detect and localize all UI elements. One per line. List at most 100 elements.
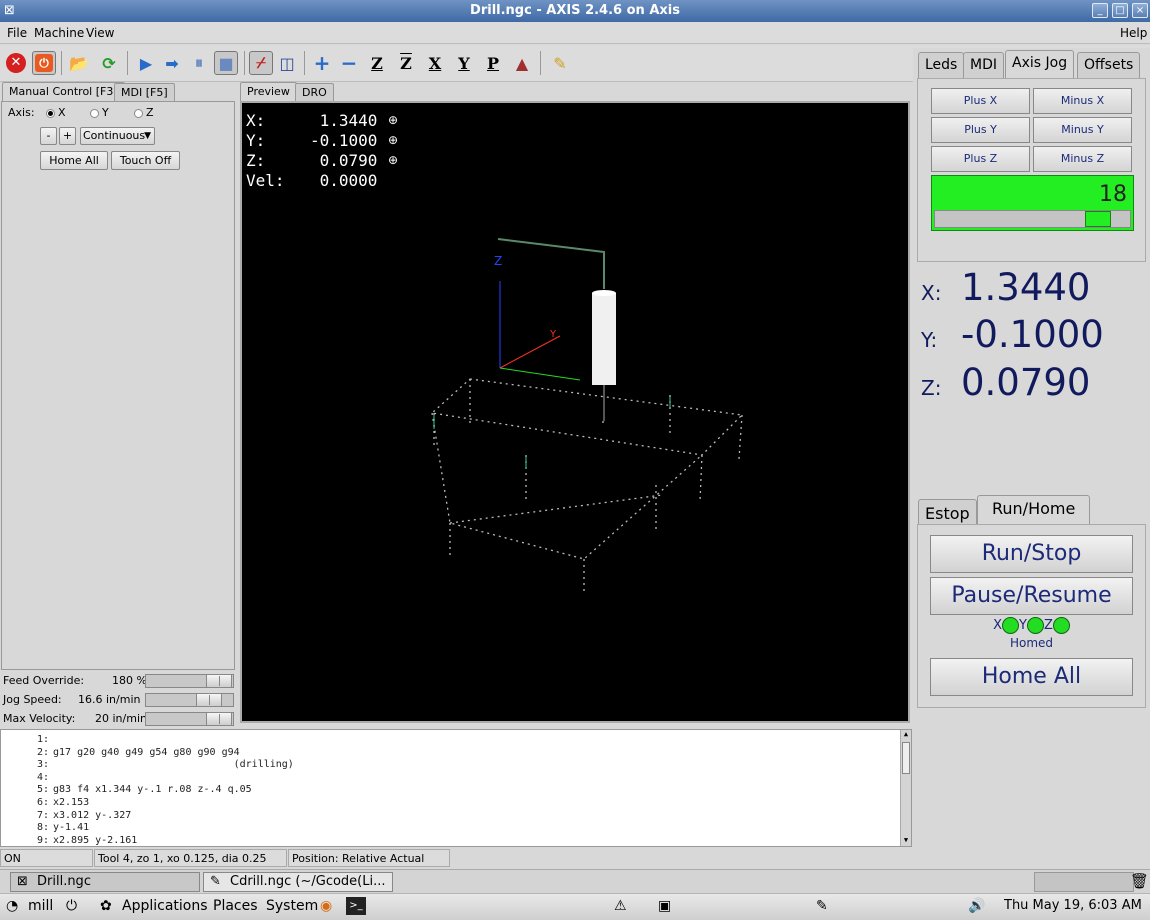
max-velocity-slider[interactable] xyxy=(145,712,234,726)
power-icon[interactable]: ⏻ xyxy=(32,51,56,75)
zoom-out-icon[interactable]: − xyxy=(337,51,361,75)
menu-file[interactable]: File xyxy=(7,26,27,40)
jog-speed-value: 16.6 in/min xyxy=(78,693,141,706)
maximize-button[interactable]: □ xyxy=(1112,3,1128,18)
minimize-button[interactable]: _ xyxy=(1092,3,1108,18)
view-y-icon[interactable]: Y xyxy=(452,51,476,75)
home-all-button-left[interactable]: Home All xyxy=(40,151,108,170)
view-x-icon[interactable]: X xyxy=(423,51,447,75)
scroll-up-icon[interactable]: ▲ xyxy=(901,730,911,740)
update-icon[interactable]: ⚠ xyxy=(614,898,627,914)
step-icon[interactable]: ➡ xyxy=(160,51,184,75)
jog-speed-readout: 18 xyxy=(1099,182,1127,207)
clear-plot-icon[interactable]: ✎ xyxy=(548,51,572,75)
feed-override-slider[interactable] xyxy=(145,674,234,688)
gcode-scrollbar[interactable]: ▲ ▼ xyxy=(900,730,911,846)
run-icon[interactable]: ▶ xyxy=(134,51,158,75)
plus-y-button[interactable]: Plus Y xyxy=(931,117,1030,143)
places-menu[interactable]: Places xyxy=(213,898,258,914)
tab-dro[interactable]: DRO xyxy=(295,83,334,102)
scroll-thumb[interactable] xyxy=(902,742,910,774)
trash-icon[interactable]: 🗑 xyxy=(1130,872,1149,890)
tab-mdi-left[interactable]: MDI [F5] xyxy=(114,83,175,102)
open-icon[interactable]: 📂 xyxy=(67,51,91,75)
minus-y-button[interactable]: Minus Y xyxy=(1033,117,1132,143)
system-menu[interactable]: System xyxy=(266,898,318,914)
tab-mdi-right[interactable]: MDI xyxy=(963,52,1004,78)
scroll-down-icon[interactable]: ▼ xyxy=(901,836,911,846)
terminal-icon[interactable]: >_ xyxy=(346,897,366,915)
max-velocity-label: Max Velocity: xyxy=(3,712,76,725)
gcode-line[interactable]: 1: xyxy=(15,734,53,745)
jog-minus-button[interactable]: - xyxy=(40,127,57,145)
tab-estop[interactable]: Estop xyxy=(918,499,977,525)
rotate-icon[interactable]: ▲ xyxy=(510,51,534,75)
shutdown-icon[interactable]: ⏻ xyxy=(66,898,77,914)
workspace-switcher[interactable] xyxy=(1034,872,1134,892)
preview-dro-z-value: 0.0790 xyxy=(310,151,378,170)
gcode-listing[interactable]: 1: 2: g17 g20 g40 g49 g54 g80 g90 g94 3: (d… xyxy=(0,729,912,847)
axis-label: Axis: xyxy=(8,106,35,119)
preview-dro-y: Y: xyxy=(246,131,266,150)
view-z-icon[interactable]: Z xyxy=(365,51,389,75)
notes-icon[interactable]: ✎ xyxy=(816,898,828,914)
tab-run-home[interactable]: Run/Home xyxy=(977,495,1091,525)
gcode-line[interactable]: 8: y-1.41 xyxy=(15,822,89,833)
pause-resume-button[interactable]: Pause/Resume xyxy=(930,577,1133,615)
gcode-line[interactable]: 3: (drilling) xyxy=(15,759,294,770)
run-stop-button[interactable]: Run/Stop xyxy=(930,535,1133,573)
close-button[interactable]: × xyxy=(1132,3,1148,18)
zoom-in-icon[interactable]: + xyxy=(310,51,334,75)
preview-dro-z: Z: xyxy=(246,151,266,170)
axis-radio-z[interactable]: Z xyxy=(134,106,154,119)
optional-stop-icon[interactable]: ◫ xyxy=(275,51,299,75)
firefox-icon[interactable]: ◉ xyxy=(320,898,332,914)
minus-x-button[interactable]: Minus X xyxy=(1033,88,1132,114)
gcode-line[interactable]: 2: g17 g20 g40 g49 g54 g80 g90 g94 xyxy=(15,747,240,758)
gcode-line[interactable]: 4: xyxy=(15,772,53,783)
clock[interactable]: Thu May 19, 6:03 AM xyxy=(1004,898,1142,913)
applications-menu[interactable]: Applications xyxy=(122,898,208,914)
volume-icon[interactable]: 🔊 xyxy=(968,898,985,914)
view-z2-icon[interactable]: Z xyxy=(394,51,418,75)
gcode-line[interactable]: 9: x2.895 y-2.161 xyxy=(15,835,137,846)
stop-icon[interactable]: ■ xyxy=(214,51,238,75)
gcode-line[interactable]: 7: x3.012 y-.327 xyxy=(15,810,131,821)
jog-speed-knob[interactable] xyxy=(1085,211,1111,227)
package-icon[interactable]: ▣ xyxy=(658,898,671,914)
menu-help[interactable]: Help xyxy=(1120,26,1147,40)
tab-axis-jog[interactable]: Axis Jog xyxy=(1005,50,1075,78)
tool-info: Tool 4, zo 1, xo 0.125, dia 0.25 xyxy=(94,849,287,867)
block-delete-icon[interactable]: ⌿ xyxy=(249,51,273,75)
menu-view[interactable]: View xyxy=(86,26,114,40)
axis-radio-y[interactable]: Y xyxy=(90,106,109,119)
gcode-line[interactable]: 5: g83 f4 x1.344 y-.1 r.08 z-.4 q.05 xyxy=(15,784,252,795)
menu-machine[interactable]: Machine xyxy=(34,26,84,40)
home-all-button-right[interactable]: Home All xyxy=(930,658,1133,696)
plus-z-button[interactable]: Plus Z xyxy=(931,146,1030,172)
user-name[interactable]: mill xyxy=(28,898,53,914)
jog-speed-scale: 18 xyxy=(931,175,1134,231)
jog-speed-slider[interactable] xyxy=(145,693,234,707)
homed-icon: ⊕ xyxy=(388,113,399,127)
plus-x-button[interactable]: Plus X xyxy=(931,88,1030,114)
tab-offsets[interactable]: Offsets xyxy=(1077,52,1141,78)
minus-z-button[interactable]: Minus Z xyxy=(1033,146,1132,172)
jog-mode-select[interactable]: Continuous ▼ xyxy=(80,127,155,145)
tab-preview[interactable]: Preview xyxy=(240,82,297,102)
reload-icon[interactable]: ⟳ xyxy=(97,51,121,75)
jog-plus-button[interactable]: + xyxy=(59,127,76,145)
tab-manual-control[interactable]: Manual Control [F3] xyxy=(2,82,125,102)
estop-icon[interactable]: ✕ xyxy=(4,51,28,75)
jog-speed-trough[interactable] xyxy=(934,210,1131,228)
preview-canvas[interactable]: Z Y X: 1.3440 ⊕ Y: -0.1000 ⊕ Z: 0.0790 ⊕… xyxy=(240,101,910,723)
touch-off-button[interactable]: Touch Off xyxy=(111,151,180,170)
tab-leds[interactable]: Leds xyxy=(918,52,965,78)
task-drill[interactable]: ⊠ Drill.ngc xyxy=(10,872,200,892)
position-mode: Position: Relative Actual xyxy=(288,849,450,867)
gcode-line[interactable]: 6: x2.153 xyxy=(15,797,89,808)
axis-radio-x[interactable]: X xyxy=(46,106,66,119)
pause-icon[interactable]: ⏸ xyxy=(187,51,211,75)
view-p-icon[interactable]: P xyxy=(481,51,505,75)
task-cdrill[interactable]: ✎ Cdrill.ngc (~/Gcode(Li... xyxy=(203,872,393,892)
